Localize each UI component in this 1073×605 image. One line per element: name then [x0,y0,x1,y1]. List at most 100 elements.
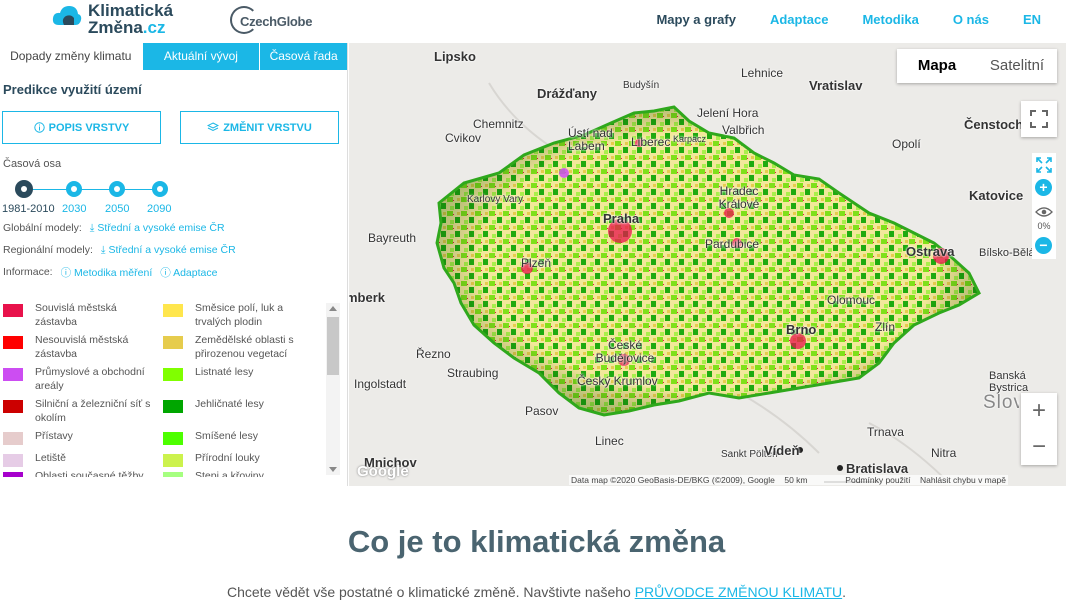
map-city-label: Banská Bystrica [989,370,1029,394]
logo-text: Klimatická Změna.cz [88,2,173,36]
map-city-label: Karpacz [673,134,707,144]
climate-guide-link[interactable]: PRŮVODCE ZMĚNOU KLIMATU [635,584,842,600]
global-models-link-text: Střední a vysoké emise ČR [97,221,225,234]
nav-maps[interactable]: Mapy a grafy [656,12,735,27]
tab-impacts[interactable]: Dopady změny klimatu [0,43,142,70]
legend-label: Letiště [35,452,66,464]
timeline-dot-1981[interactable] [15,180,33,198]
fullscreen-icon [1030,110,1048,128]
section-headline: Co je to klimatická změna [347,524,726,559]
legend-item: Přírodní louky [160,451,320,469]
legend-swatch [3,432,23,445]
legend-column-left: Souvislá městská zástavba Nesouvislá měs… [0,301,160,477]
timeline: 1981-2010 2030 2050 2090 [0,180,347,220]
methodology-link[interactable]: ⓘ Metodika měření [61,265,153,280]
expand-icon[interactable] [1032,153,1056,177]
timeline-label-2090[interactable]: 2090 [147,203,171,215]
legend-label: Jehličnaté lesy [195,398,264,410]
adaptation-link[interactable]: ⓘ Adaptace [160,265,217,280]
methodology-link-text: Metodika měření [74,266,153,279]
legend-swatch [3,304,23,317]
terms-link[interactable]: Podmínky použití [845,475,910,485]
scale-label[interactable]: 50 km [784,475,807,485]
timeline-label-2030[interactable]: 2030 [62,203,86,215]
map-city-label: Liberec [631,135,671,149]
map-city-label: Straubing [447,366,499,380]
map-city-label: Ústí nad Labem [568,126,613,153]
map-attribution: Data map ©2020 GeoBasis-DE/BKG (©2009), … [569,475,1008,485]
report-error-link[interactable]: Nahlásit chybu v mapě [920,475,1006,485]
zoom-in-button[interactable]: + [1021,393,1057,429]
zoom-out-button[interactable]: − [1021,429,1057,465]
describe-layer-button[interactable]: POPIS VRSTVY [2,111,161,144]
legend-item: Oblasti současné těžby [0,469,160,477]
map-city-label: Vratislav [809,78,863,93]
nav-adaptation[interactable]: Adaptace [770,12,829,27]
timeline-label-2050[interactable]: 2050 [105,203,129,215]
legend-label: Směsice polí, luk a trvalých plodin [195,302,284,328]
legend-item: Smíšené lesy [160,429,320,451]
legend-label: Zemědělské oblasti s přirozenou vegetací [195,334,294,360]
section-intro: Chcete vědět vše postatné o klimatické z… [0,584,1073,600]
describe-layer-label: POPIS VRSTVY [48,121,130,134]
legend-label: Stepi a křoviny [195,470,264,477]
tab-current[interactable]: Aktuální vývoj [141,43,260,70]
legend-item: Přístavy [0,429,160,451]
layers-icon [207,122,220,132]
timeline-dot-2030[interactable] [66,181,82,197]
timeline-label-1981[interactable]: 1981-2010 [2,203,55,215]
regional-models-link[interactable]: ⤓ Střední a vysoké emise ČR [101,244,236,257]
map-city-label: Katovice [969,188,1024,203]
scroll-up-icon[interactable] [329,306,337,311]
map-view[interactable]: Lipsko Drážďany Chemnitz Budyšín Lehnice… [349,43,1066,486]
change-layer-button[interactable]: ZMĚNIT VRSTVU [180,111,339,144]
map-city-label: Pardubice [705,237,760,251]
map-city-label: Trnava [867,425,904,439]
fullscreen-button[interactable] [1021,101,1057,137]
map-city-label: Pasov [525,404,559,418]
legend-label: Silniční a železniční síť s okolím [35,398,151,424]
scrollbar-thumb[interactable] [327,317,339,375]
nav-language[interactable]: EN [1023,12,1041,27]
opacity-increase-icon[interactable]: + [1035,179,1052,196]
legend-item: Směsice polí, luk a trvalých plodin [160,301,320,333]
legend-item: Nesouvislá městská zástavba [0,333,160,365]
regional-models-row: Regionální modely: ⤓ Střední a vysoké em… [3,242,347,258]
timeline-dot-2050[interactable] [109,181,125,197]
timeline-dot-2090[interactable] [152,181,168,197]
partner-logo[interactable]: CzechGlobe [230,6,320,36]
tab-timeseries[interactable]: Časová řada [259,43,347,70]
legend-scrollbar[interactable] [326,303,340,475]
panel-buttons: POPIS VRSTVY ZMĚNIT VRSTVU [2,111,347,144]
global-models-link[interactable]: ⤓ Střední a vysoké emise ČR [90,222,225,235]
map-type-switch: Mapa Satelitní [897,49,1057,83]
legend-item: Stepi a křoviny [160,469,320,477]
scroll-down-icon[interactable] [329,467,337,472]
map-city-label: Vídeň [764,443,800,458]
site-logo[interactable]: Klimatická Změna.cz [52,2,202,40]
nav-methodology[interactable]: Metodika [862,12,918,27]
map-type-map[interactable]: Mapa [897,49,977,83]
map-city-label: Brno [786,322,817,337]
map-city-label: České Budějovice [595,338,655,365]
legend-swatch [3,400,23,413]
legend-swatch [163,336,183,349]
adaptation-link-text: Adaptace [173,266,218,279]
legend-swatch [163,368,183,381]
legend-swatch [3,472,23,477]
legend-label: Průmyslové a obchodní areály [35,366,145,392]
change-layer-label: ZMĚNIT VRSTVU [223,121,312,134]
google-logo[interactable]: Google [357,463,409,480]
nav-about[interactable]: O nás [953,12,989,27]
legend-item: Jehličnaté lesy [160,397,320,429]
map-city-label: Plzeň [521,256,552,270]
legend-item: Letiště [0,451,160,469]
global-models-row: Globální modely: ⤓ Střední a vysoké emis… [3,220,347,236]
regional-models-link-text: Střední a vysoké emise ČR [108,243,236,256]
legend-label: Souvislá městská zástavba [35,302,117,328]
main-nav: Mapy a grafy Adaptace Metodika O nás EN [622,12,1041,27]
map-type-satellite[interactable]: Satelitní [977,49,1057,83]
map-city-label: Jelení Hora [697,106,759,120]
map-city-label: Valbřich [722,123,765,137]
opacity-decrease-icon[interactable]: − [1035,237,1052,254]
